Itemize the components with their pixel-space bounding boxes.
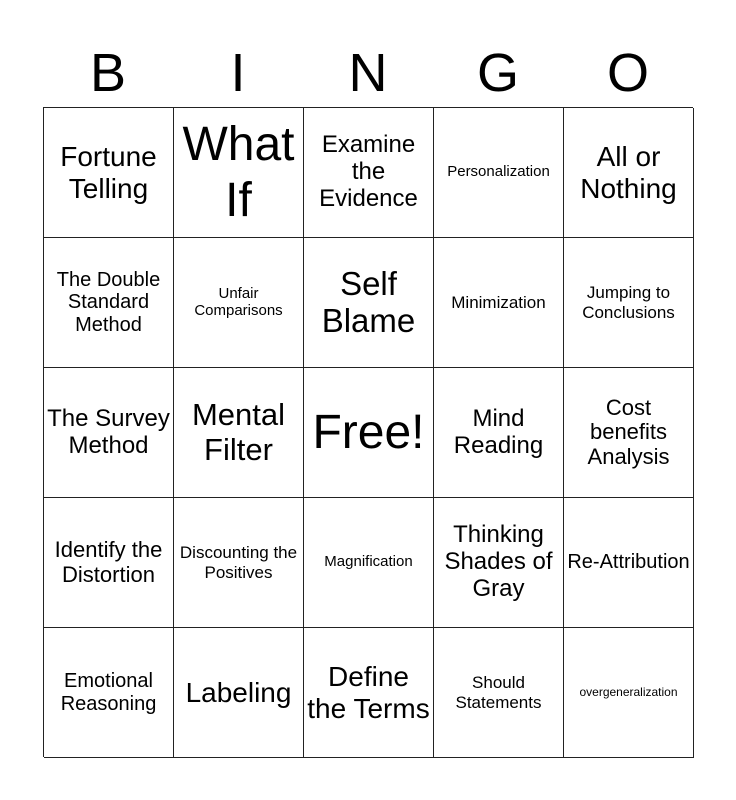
cell-text: Mental Filter — [191, 396, 286, 467]
bingo-cell[interactable]: Labeling — [174, 628, 304, 758]
bingo-cell[interactable]: overgeneralization — [564, 628, 694, 758]
bingo-cell[interactable]: Mental Filter — [174, 368, 304, 498]
cell-text: Minimization — [451, 292, 546, 312]
cell-text: All or Nothing — [580, 141, 677, 204]
cell-text: Define the Terms — [307, 661, 430, 724]
bingo-cell[interactable]: All or Nothing — [564, 108, 694, 238]
bingo-cell[interactable]: Minimization — [434, 238, 564, 368]
bingo-cell[interactable]: Jumping to Conclusions — [564, 238, 694, 368]
bingo-cell[interactable]: Thinking Shades of Gray — [434, 498, 564, 628]
bingo-cell[interactable]: Identify the Distortion — [44, 498, 174, 628]
cell-text: The Double Standard Method — [56, 268, 161, 336]
bingo-cell[interactable]: Define the Terms — [304, 628, 434, 758]
cell-text: Free! — [312, 405, 425, 459]
cell-text: Mind Reading — [453, 404, 544, 459]
cell-text: Jumping to Conclusions — [582, 283, 675, 322]
free-space[interactable]: Free! — [304, 368, 434, 498]
header-letter-n: N — [348, 43, 388, 103]
bingo-cell[interactable]: Magnification — [304, 498, 434, 628]
bingo-cell[interactable]: Discounting the Positives — [174, 498, 304, 628]
bingo-cell[interactable]: What If — [174, 108, 304, 238]
cell-text: Self Blame — [321, 264, 416, 339]
header-letter-g: G — [476, 43, 519, 103]
cell-text: overgeneralization — [579, 684, 678, 699]
header-letter-i: I — [230, 43, 246, 103]
bingo-cell[interactable]: Personalization — [434, 108, 564, 238]
bingo-cell[interactable]: Examine the Evidence — [304, 108, 434, 238]
header-letter-o: O — [606, 43, 649, 103]
cell-text: Magnification — [324, 553, 413, 571]
bingo-header: B I N G O — [43, 40, 693, 106]
bingo-cell[interactable]: Mind Reading — [434, 368, 564, 498]
bingo-grid: Fortune Telling What If Examine the Evid… — [43, 107, 694, 758]
bingo-cell[interactable]: Cost benefits Analysis — [564, 368, 694, 498]
cell-text: Emotional Reasoning — [60, 670, 157, 715]
bingo-cell[interactable]: Unfair Comparisons — [174, 238, 304, 368]
cell-text: What If — [182, 118, 295, 227]
bingo-cell[interactable]: Fortune Telling — [44, 108, 174, 238]
bingo-cell[interactable]: Self Blame — [304, 238, 434, 368]
cell-text: Personalization — [447, 163, 550, 181]
cell-text: Re-Attribution — [567, 551, 690, 574]
cell-text: Labeling — [185, 676, 292, 708]
bingo-cell[interactable]: Re-Attribution — [564, 498, 694, 628]
cell-text: Cost benefits Analysis — [587, 394, 670, 469]
cell-text: Identify the Distortion — [54, 536, 163, 587]
bingo-cell[interactable]: Emotional Reasoning — [44, 628, 174, 758]
cell-text: Unfair Comparisons — [194, 284, 283, 319]
cell-text: Thinking Shades of Gray — [444, 521, 553, 602]
cell-text: Discounting the Positives — [179, 543, 298, 582]
cell-text: Fortune Telling — [60, 141, 157, 204]
cell-text: Should Statements — [455, 673, 542, 712]
header-letter-b: B — [89, 43, 127, 103]
bingo-cell[interactable]: The Double Standard Method — [44, 238, 174, 368]
cell-text: The Survey Method — [47, 404, 170, 459]
bingo-cell[interactable]: The Survey Method — [44, 368, 174, 498]
bingo-cell[interactable]: Should Statements — [434, 628, 564, 758]
cell-text: Examine the Evidence — [319, 131, 418, 212]
